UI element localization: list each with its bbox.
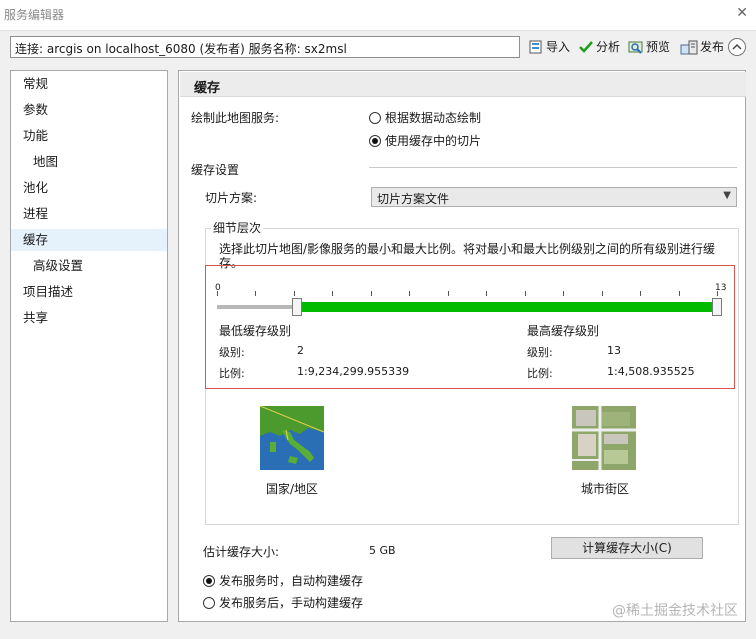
- publish-button[interactable]: 发布: [680, 38, 724, 55]
- sidebar-item-item-description[interactable]: 项目描述: [11, 281, 167, 303]
- min-scale-label: 比例:: [219, 367, 245, 380]
- max-level-label: 级别:: [527, 346, 553, 359]
- italy-map-icon: [260, 406, 324, 470]
- radio-manual-build-label: 发布服务后，手动构建缓存: [219, 596, 364, 610]
- radio-dynamic-label: 根据数据动态绘制: [385, 111, 482, 125]
- min-scale-value: 1:9,234,299.955339: [297, 365, 410, 378]
- radio-dynamic[interactable]: 根据数据动态绘制: [369, 109, 481, 126]
- max-cache-title: 最高缓存级别: [527, 324, 600, 338]
- caching-panel: 缓存 绘制此地图服务: 根据数据动态绘制 使用缓存中的切片 缓存设置 切片方案:…: [178, 70, 746, 622]
- chevron-up-icon: [732, 43, 742, 50]
- panel-header: 缓存: [180, 72, 746, 97]
- draw-service-label: 绘制此地图服务:: [191, 111, 280, 125]
- watermark: @稀土掘金技术社区: [612, 603, 738, 619]
- max-level-value: 13: [607, 344, 621, 357]
- close-icon[interactable]: ✕: [736, 5, 748, 21]
- slider-tick: [679, 291, 680, 296]
- radio-auto-build-circle[interactable]: [203, 574, 215, 587]
- max-scale-value: 1:4,508.935525: [607, 365, 695, 378]
- analyze-button[interactable]: 分析: [578, 38, 620, 55]
- import-icon: [529, 40, 542, 53]
- sidebar-item-capabilities[interactable]: 功能: [11, 125, 167, 147]
- min-level-value: 2: [297, 344, 304, 357]
- estimate-value: 5 GB: [369, 544, 396, 557]
- tiling-scheme-select[interactable]: 切片方案文件 ▼: [371, 187, 737, 207]
- country-label: 国家/地区: [266, 482, 319, 496]
- slider-tick: [294, 291, 295, 296]
- slider-thumb-min[interactable]: [292, 298, 302, 316]
- slider-tick: [332, 291, 333, 296]
- slider-thumb-max[interactable]: [712, 298, 722, 316]
- slider-tick: [602, 291, 603, 296]
- tiling-scheme-value: 切片方案文件: [377, 192, 450, 206]
- radio-dynamic-circle[interactable]: [369, 111, 381, 124]
- publish-icon: [680, 40, 698, 54]
- connection-field: 连接: arcgis on localhost_6080 (发布者) 服务名称:…: [10, 36, 520, 58]
- analyze-label: 分析: [596, 40, 621, 54]
- min-level-label: 级别:: [219, 346, 245, 359]
- radio-manual-build[interactable]: 发布服务后，手动构建缓存: [203, 594, 363, 611]
- title-bar: 服务编辑器 ✕: [0, 0, 756, 31]
- slider-tick: [563, 291, 564, 296]
- page-title: 缓存: [194, 81, 221, 96]
- radio-auto-build[interactable]: 发布服务时，自动构建缓存: [203, 572, 363, 589]
- slider-tick: [640, 291, 641, 296]
- sidebar: 常规 参数 功能 地图 池化 进程 缓存 高级设置 项目描述 共享: [10, 70, 168, 622]
- slider-tick: [255, 291, 256, 296]
- radio-cache-label: 使用缓存中的切片: [385, 134, 482, 148]
- city-label: 城市街区: [581, 482, 630, 496]
- sidebar-item-sharing[interactable]: 共享: [11, 307, 167, 329]
- slider-tick: [217, 291, 218, 296]
- slider-tick: [371, 291, 372, 296]
- cache-settings-heading: 缓存设置: [191, 163, 240, 177]
- import-button[interactable]: 导入: [528, 38, 570, 55]
- sidebar-item-advanced-settings[interactable]: 高级设置: [11, 255, 167, 277]
- chevron-down-icon: ▼: [723, 190, 731, 201]
- estimate-label: 估计缓存大小:: [203, 545, 280, 559]
- preview-button[interactable]: 预览: [628, 38, 670, 55]
- radio-cache-circle[interactable]: [369, 134, 381, 147]
- slider-range[interactable]: [294, 302, 717, 312]
- sidebar-item-general[interactable]: 常规: [11, 73, 167, 95]
- sidebar-item-pooling[interactable]: 池化: [11, 177, 167, 199]
- slider-track[interactable]: [217, 305, 294, 309]
- slider-tick: [409, 291, 410, 296]
- calculate-cache-size-button[interactable]: 计算缓存大小(C): [551, 537, 703, 559]
- divider: [369, 167, 737, 168]
- radio-auto-build-label: 发布服务时，自动构建缓存: [219, 574, 364, 588]
- max-scale-label: 比例:: [527, 367, 553, 380]
- publish-label: 发布: [700, 40, 725, 54]
- preview-icon: [628, 41, 643, 54]
- collapse-button[interactable]: [728, 38, 746, 56]
- sidebar-item-parameters[interactable]: 参数: [11, 99, 167, 121]
- lod-title: 细节层次: [211, 219, 264, 236]
- city-map-icon: [572, 406, 636, 470]
- min-cache-title: 最低缓存级别: [219, 324, 292, 338]
- slider-tick: [486, 291, 487, 296]
- preview-label: 预览: [646, 40, 671, 54]
- radio-cache[interactable]: 使用缓存中的切片: [369, 132, 481, 149]
- slider-tick: [448, 291, 449, 296]
- service-editor-window: 服务编辑器 ✕ 连接: arcgis on localhost_6080 (发布…: [0, 0, 756, 639]
- slider-tick: [525, 291, 526, 296]
- radio-manual-build-circle[interactable]: [203, 596, 215, 609]
- tiling-scheme-label: 切片方案:: [205, 191, 258, 205]
- sidebar-item-processes[interactable]: 进程: [11, 203, 167, 225]
- sidebar-item-caching[interactable]: 缓存: [11, 229, 167, 251]
- import-label: 导入: [546, 40, 571, 54]
- checkmark-icon: [579, 40, 593, 53]
- sidebar-item-map[interactable]: 地图: [11, 151, 167, 173]
- slider-tick: [717, 291, 718, 296]
- window-title: 服务编辑器: [4, 8, 65, 22]
